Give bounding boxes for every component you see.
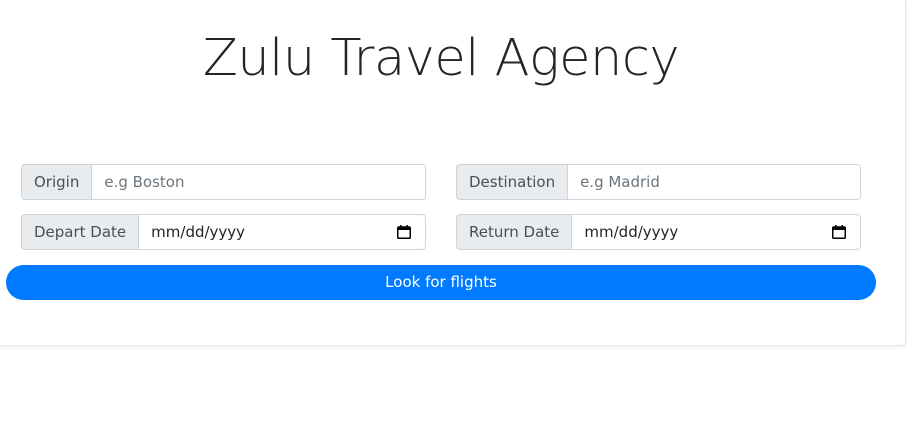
calendar-icon[interactable] [832, 225, 846, 239]
origin-input[interactable]: e.g Boston [91, 164, 426, 200]
return-date-value: mm/dd/yyyy [584, 223, 679, 241]
depart-date-group: Depart Date mm/dd/yyyy [21, 214, 426, 250]
destination-label: Destination [456, 164, 568, 200]
origin-label: Origin [21, 164, 92, 200]
depart-date-label: Depart Date [21, 214, 139, 250]
calendar-icon[interactable] [397, 225, 411, 239]
destination-input-group: Destination e.g Madrid [456, 164, 861, 200]
search-card: Zulu Travel Agency Origin e.g Boston Des… [0, 0, 906, 346]
origin-input-group: Origin e.g Boston [21, 164, 426, 200]
depart-date-value: mm/dd/yyyy [151, 223, 246, 241]
destination-input[interactable]: e.g Madrid [567, 164, 861, 200]
depart-date-input[interactable]: mm/dd/yyyy [138, 214, 426, 250]
return-date-label: Return Date [456, 214, 572, 250]
return-date-input[interactable]: mm/dd/yyyy [571, 214, 861, 250]
return-date-group: Return Date mm/dd/yyyy [456, 214, 861, 250]
look-for-flights-button[interactable]: Look for flights [6, 265, 876, 300]
page-title: Zulu Travel Agency [202, 29, 680, 88]
